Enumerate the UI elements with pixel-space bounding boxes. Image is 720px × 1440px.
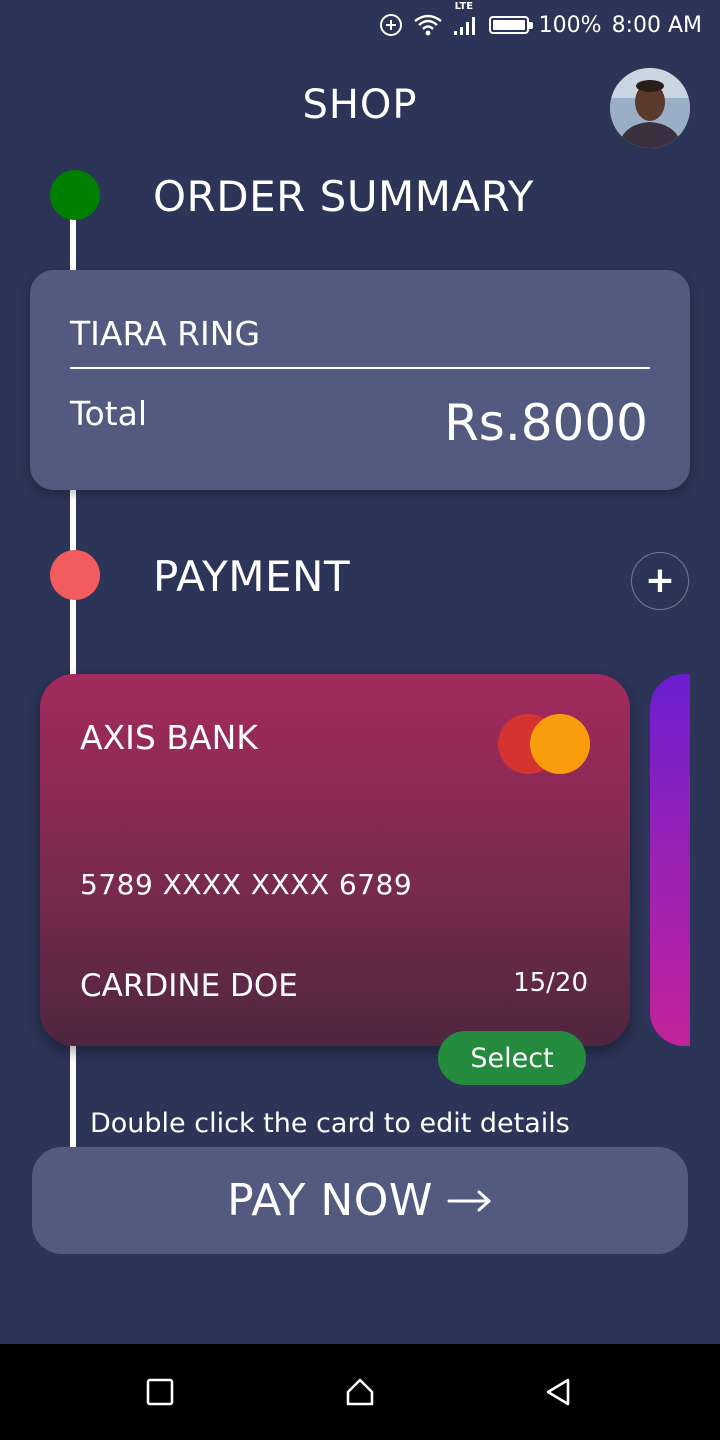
add-card-button[interactable]: + — [631, 552, 689, 610]
avatar[interactable] — [610, 68, 690, 148]
pay-now-label: PAY NOW — [227, 1175, 433, 1226]
recents-icon[interactable] — [138, 1370, 182, 1414]
arrow-right-icon — [447, 1189, 493, 1213]
status-bar: LTE 100% 8:00 AM — [0, 0, 720, 50]
payment-title: PAYMENT — [153, 552, 351, 601]
order-summary-title: ORDER SUMMARY — [153, 172, 534, 221]
mastercard-icon — [498, 714, 590, 774]
pay-now-button[interactable]: PAY NOW — [32, 1147, 688, 1254]
plus-icon: + — [644, 560, 676, 601]
battery-icon — [488, 16, 533, 34]
timeline-line-bottom — [70, 1044, 76, 1150]
card-expiry: 15/20 — [513, 968, 588, 998]
credit-card[interactable]: AXIS BANK 5789 XXXX XXXX 6789 CARDINE DO… — [40, 674, 630, 1046]
payment-status-dot — [50, 550, 100, 600]
total-label: Total — [70, 394, 148, 433]
card-bank-name: AXIS BANK — [80, 718, 258, 757]
edit-hint: Double click the card to edit details — [90, 1108, 570, 1139]
select-card-button[interactable]: Select — [438, 1031, 586, 1085]
signal-icon: LTE — [453, 1, 479, 37]
next-credit-card[interactable] — [650, 674, 690, 1046]
clock: 8:00 AM — [611, 12, 702, 38]
network-type-label: LTE — [454, 1, 474, 12]
home-icon[interactable] — [338, 1370, 382, 1414]
order-summary-status-dot — [50, 170, 100, 220]
navigation-bar — [0, 1344, 720, 1440]
add-circle-icon — [379, 13, 403, 37]
back-icon[interactable] — [536, 1370, 580, 1414]
total-value: Rs.8000 — [444, 394, 648, 452]
card-holder-name: CARDINE DOE — [80, 968, 298, 1004]
battery-percent: 100% — [538, 12, 602, 38]
order-summary-card: TIARA RING Total Rs.8000 — [30, 270, 690, 490]
wifi-icon — [413, 13, 443, 37]
divider — [70, 367, 650, 369]
card-number: 5789 XXXX XXXX 6789 — [80, 868, 413, 901]
item-name: TIARA RING — [70, 314, 261, 353]
